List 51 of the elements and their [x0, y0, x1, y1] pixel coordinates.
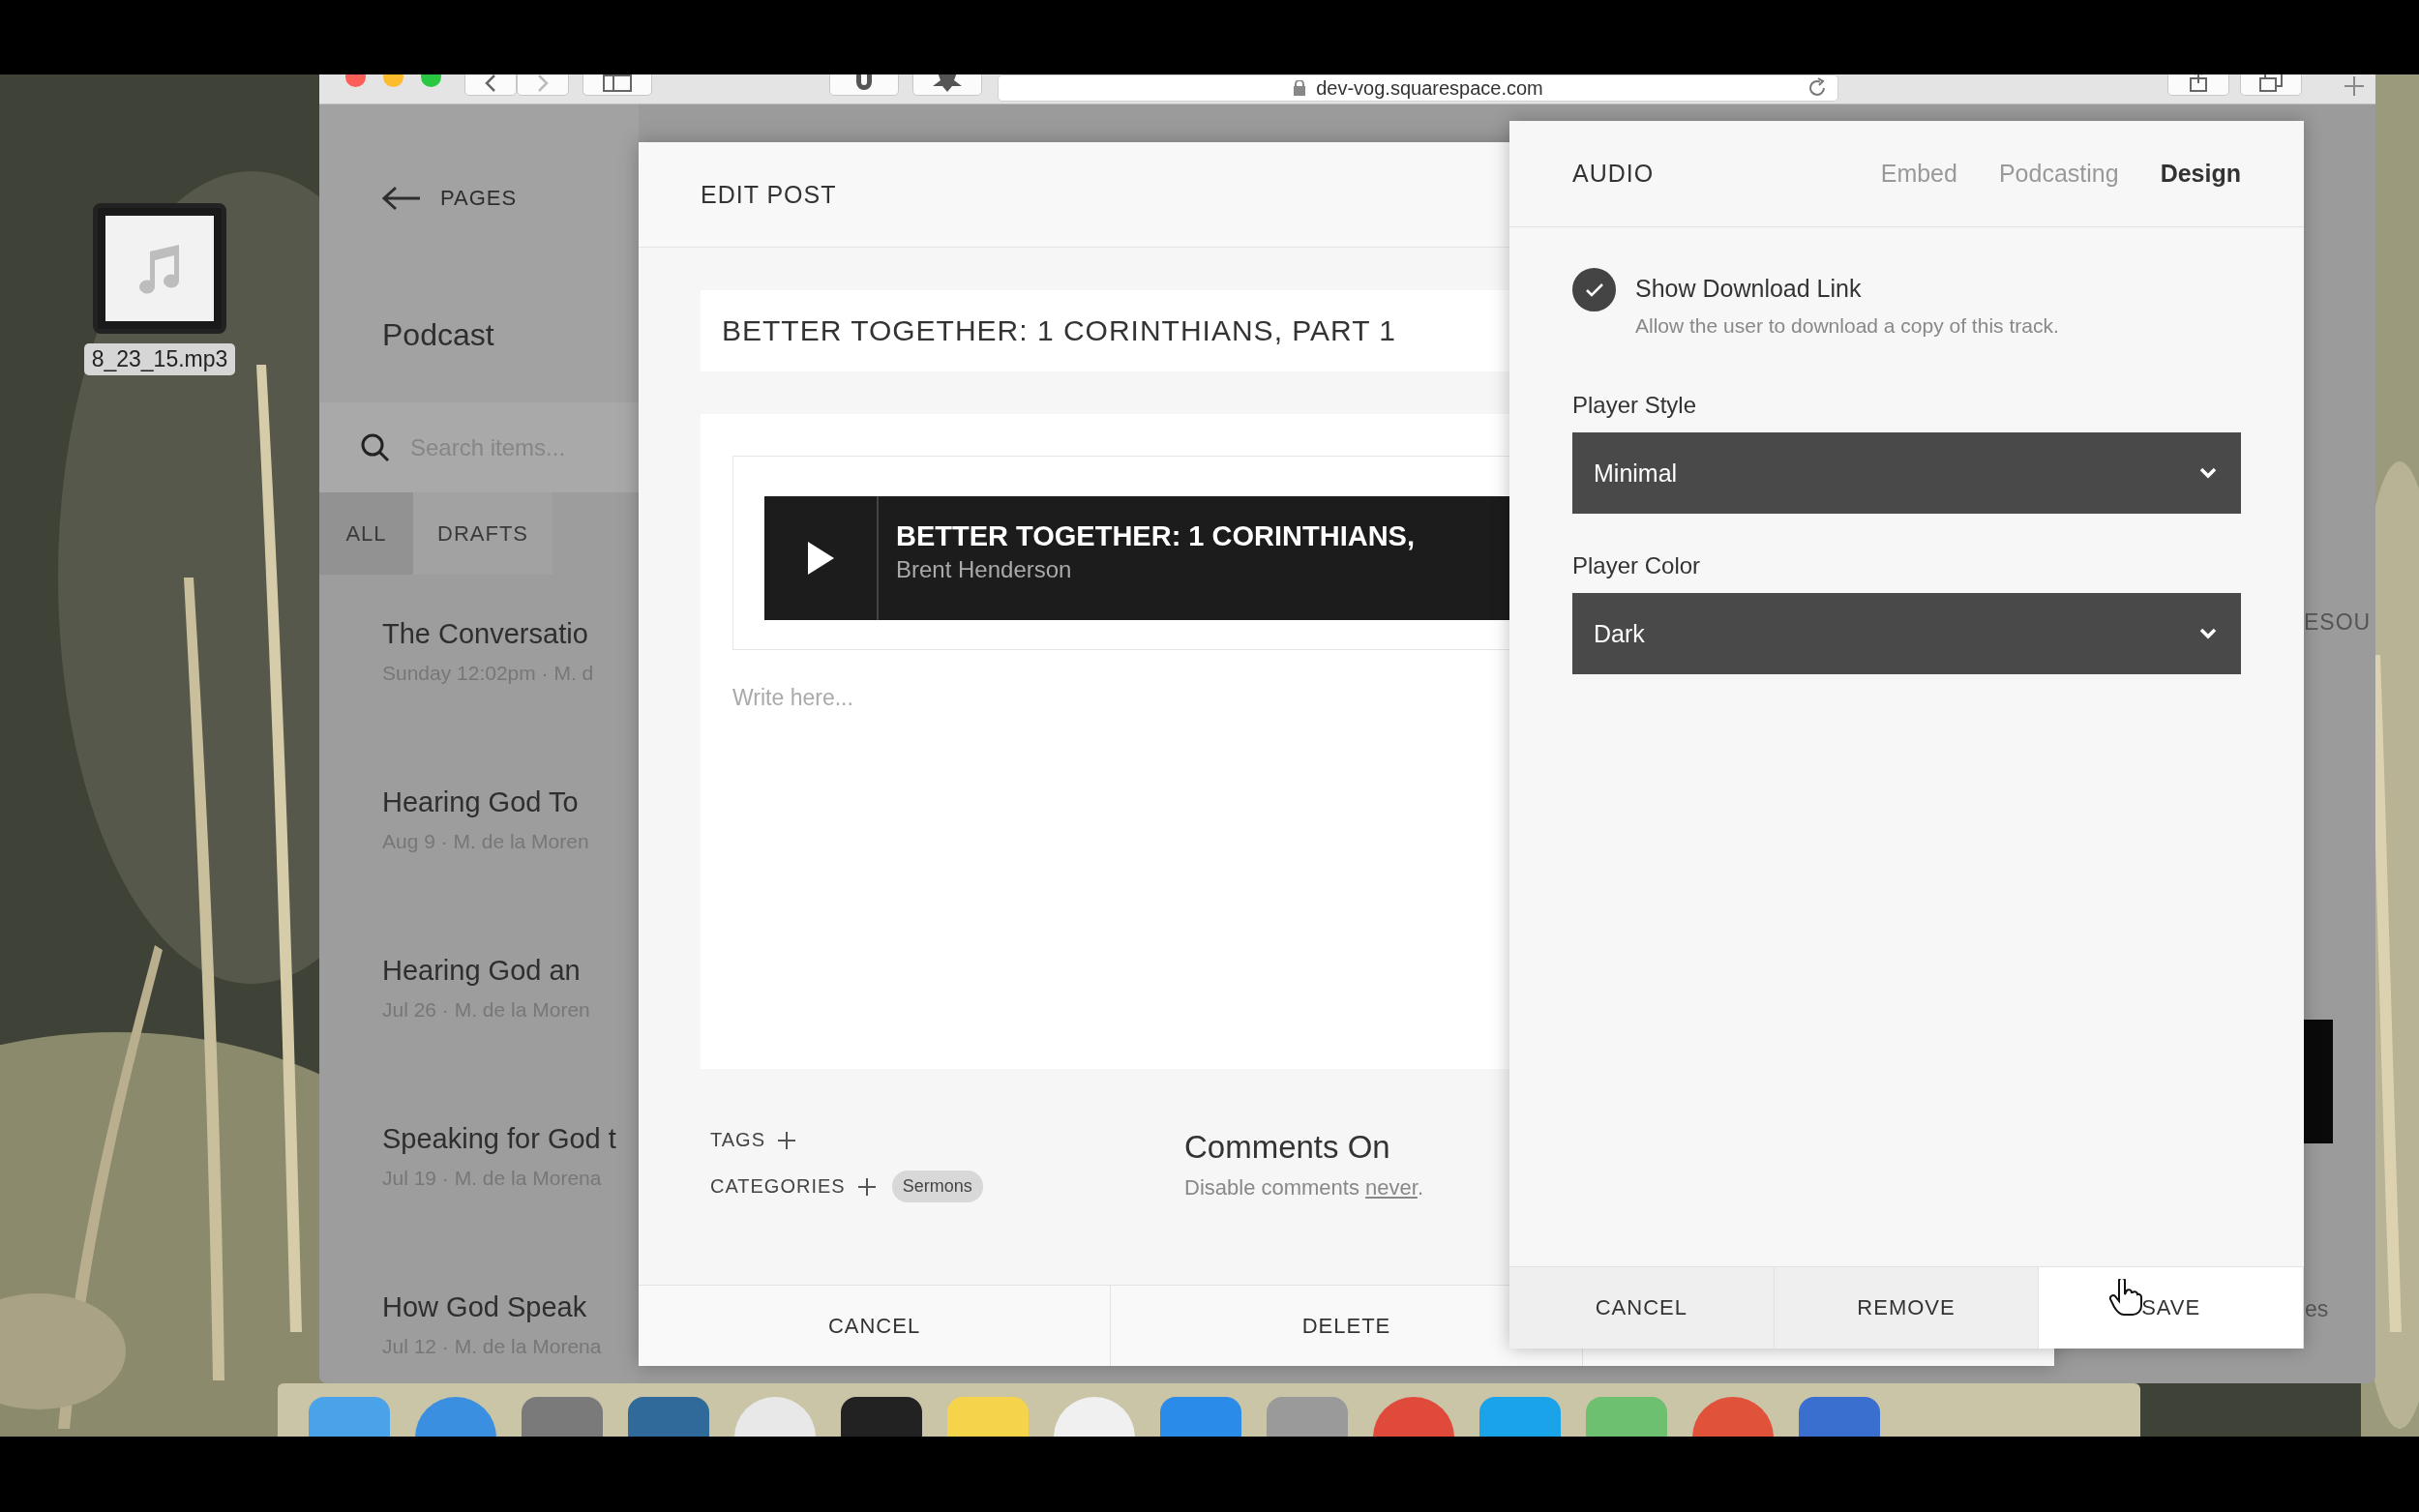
- filter-tab[interactable]: ALL: [319, 492, 413, 575]
- add-tag-icon[interactable]: [776, 1130, 796, 1150]
- chevron-left-icon: [484, 74, 497, 92]
- track-title: BETTER TOGETHER: 1 CORINTHIANS,: [896, 520, 1415, 552]
- panel-title: AUDIO: [1572, 160, 1656, 188]
- comments-title: Comments On: [1184, 1129, 1390, 1166]
- panel-tab[interactable]: Design: [2160, 160, 2241, 188]
- panel-button[interactable]: CANCEL: [1509, 1267, 1775, 1349]
- page-title: Podcast: [382, 317, 494, 353]
- download-checkbox[interactable]: [1572, 268, 1616, 311]
- select-dropdown[interactable]: Dark: [1572, 593, 2241, 674]
- panel-button[interactable]: SAVE: [2039, 1267, 2304, 1349]
- new-tab-icon[interactable]: [2344, 75, 2365, 97]
- share-icon: [2189, 74, 2208, 92]
- search-icon: [360, 431, 391, 463]
- dialog-title: EDIT POST: [701, 180, 837, 209]
- chevron-down-icon: [2199, 467, 2217, 479]
- back-to-pages-link[interactable]: PAGES: [382, 186, 518, 211]
- play-icon[interactable]: [806, 541, 835, 576]
- address-bar[interactable]: dev-vog.squarespace.com: [998, 74, 1838, 102]
- comments-note: Disable comments never.: [1184, 1175, 1424, 1201]
- track-artist: Brent Henderson: [896, 556, 1072, 583]
- hand-cursor-icon: [2109, 1279, 2142, 1316]
- post-title[interactable]: Hearing God an: [382, 955, 581, 987]
- select-dropdown[interactable]: Minimal: [1572, 432, 2241, 514]
- category-tag[interactable]: Sermons: [891, 1171, 983, 1202]
- file-name[interactable]: 8_23_15.mp3: [83, 343, 236, 375]
- lock-icon: [1293, 80, 1307, 96]
- text-fragment: es: [2305, 1296, 2329, 1322]
- heading-fragment: ESOU: [2304, 609, 2372, 636]
- field-label: Player Style: [1572, 392, 1697, 419]
- categories-label: CATEGORIES: [710, 1175, 846, 1198]
- horseshoe-icon: [853, 74, 875, 92]
- field-label: Player Color: [1572, 552, 1701, 579]
- star-icon: [933, 74, 962, 92]
- post-title[interactable]: The Conversatio: [382, 618, 588, 650]
- back-arrow-icon: [382, 186, 421, 211]
- panel-button[interactable]: REMOVE: [1774, 1267, 2040, 1349]
- chevron-down-icon: [2199, 628, 2217, 639]
- reload-icon[interactable]: [1807, 77, 1828, 99]
- add-category-icon[interactable]: [856, 1176, 877, 1197]
- chevron-right-icon: [536, 74, 550, 92]
- check-icon: [1584, 282, 1604, 298]
- audio-file-icon[interactable]: [93, 203, 226, 334]
- sidebar-icon: [603, 74, 632, 92]
- post-title[interactable]: Hearing God To: [382, 786, 579, 818]
- post-title[interactable]: Speaking for God t: [382, 1123, 616, 1155]
- tags-label: TAGS: [710, 1129, 765, 1151]
- post-title[interactable]: How God Speak: [382, 1291, 587, 1323]
- filter-tab[interactable]: DRAFTS: [413, 492, 552, 575]
- tabs-icon: [2259, 74, 2283, 92]
